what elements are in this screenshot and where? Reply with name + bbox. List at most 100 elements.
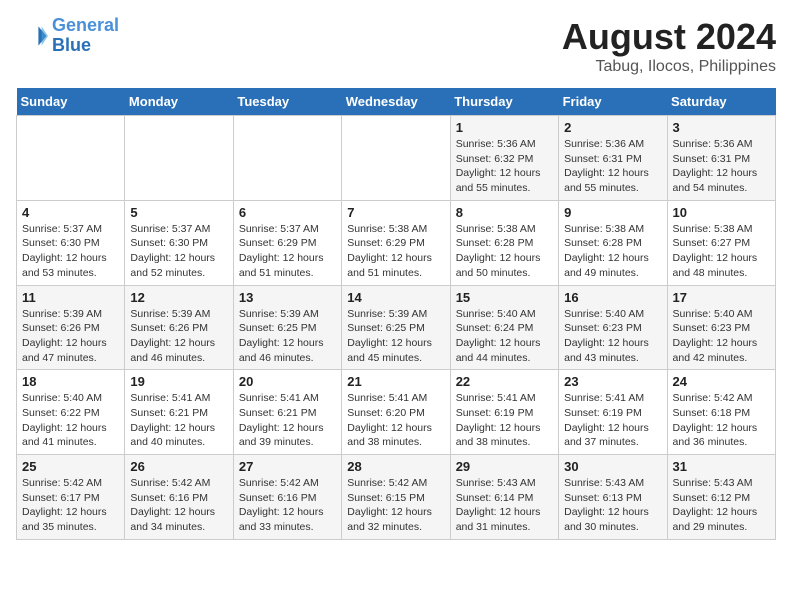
cell-info: Sunrise: 5:39 AM Sunset: 6:25 PM Dayligh…: [347, 307, 444, 366]
day-number: 10: [673, 205, 770, 220]
calendar-subtitle: Tabug, Ilocos, Philippines: [562, 58, 776, 76]
cell-info: Sunrise: 5:40 AM Sunset: 6:23 PM Dayligh…: [564, 307, 661, 366]
page-header: General Blue August 2024 Tabug, Ilocos, …: [16, 16, 776, 76]
day-number: 15: [456, 290, 553, 305]
cell-info: Sunrise: 5:42 AM Sunset: 6:18 PM Dayligh…: [673, 391, 770, 450]
calendar-cell: 9 Sunrise: 5:38 AM Sunset: 6:28 PM Daylig…: [559, 200, 667, 285]
logo: General Blue: [16, 16, 119, 56]
day-number: 12: [130, 290, 227, 305]
logo-line1: General: [52, 15, 119, 35]
day-number: 1: [456, 120, 553, 135]
day-number: 5: [130, 205, 227, 220]
cell-info: Sunrise: 5:42 AM Sunset: 6:16 PM Dayligh…: [239, 476, 336, 535]
day-number: 27: [239, 459, 336, 474]
day-number: 21: [347, 374, 444, 389]
weekday-header-thursday: Thursday: [450, 88, 558, 116]
calendar-cell: 12 Sunrise: 5:39 AM Sunset: 6:26 PM Dayli…: [125, 285, 233, 370]
calendar-cell: [125, 116, 233, 201]
cell-info: Sunrise: 5:42 AM Sunset: 6:17 PM Dayligh…: [22, 476, 119, 535]
cell-info: Sunrise: 5:40 AM Sunset: 6:22 PM Dayligh…: [22, 391, 119, 450]
calendar-cell: 26Sunrise: 5:42 AM Sunset: 6:16 PM Dayli…: [125, 455, 233, 540]
weekday-header-sunday: Sunday: [17, 88, 125, 116]
calendar-cell: 30Sunrise: 5:43 AM Sunset: 6:13 PM Dayli…: [559, 455, 667, 540]
day-number: 24: [673, 374, 770, 389]
cell-info: Sunrise: 5:36 AM Sunset: 6:31 PM Dayligh…: [673, 137, 770, 196]
day-number: 13: [239, 290, 336, 305]
logo-text: General Blue: [52, 16, 119, 56]
cell-info: Sunrise: 5:43 AM Sunset: 6:12 PM Dayligh…: [673, 476, 770, 535]
calendar-cell: 22 Sunrise: 5:41 AM Sunset: 6:19 PM Dayli…: [450, 370, 558, 455]
cell-info: Sunrise: 5:43 AM Sunset: 6:13 PM Dayligh…: [564, 476, 661, 535]
title-area: August 2024 Tabug, Ilocos, Philippines: [562, 16, 776, 76]
weekday-header-tuesday: Tuesday: [233, 88, 341, 116]
cell-info: Sunrise: 5:37 AM Sunset: 6:30 PM Dayligh…: [130, 222, 227, 281]
calendar-cell: 18 Sunrise: 5:40 AM Sunset: 6:22 PM Dayli…: [17, 370, 125, 455]
calendar-cell: [342, 116, 450, 201]
calendar-cell: [233, 116, 341, 201]
day-number: 18: [22, 374, 119, 389]
cell-info: Sunrise: 5:37 AM Sunset: 6:30 PM Dayligh…: [22, 222, 119, 281]
calendar-table: SundayMondayTuesdayWednesdayThursdayFrid…: [16, 88, 776, 540]
day-number: 25: [22, 459, 119, 474]
cell-info: Sunrise: 5:40 AM Sunset: 6:24 PM Dayligh…: [456, 307, 553, 366]
day-number: 22: [456, 374, 553, 389]
weekday-header-monday: Monday: [125, 88, 233, 116]
cell-info: Sunrise: 5:38 AM Sunset: 6:28 PM Dayligh…: [564, 222, 661, 281]
cell-info: Sunrise: 5:41 AM Sunset: 6:19 PM Dayligh…: [564, 391, 661, 450]
calendar-cell: 19Sunrise: 5:41 AM Sunset: 6:21 PM Dayli…: [125, 370, 233, 455]
calendar-cell: 13 Sunrise: 5:39 AM Sunset: 6:25 PM Dayli…: [233, 285, 341, 370]
calendar-cell: 23 Sunrise: 5:41 AM Sunset: 6:19 PM Dayli…: [559, 370, 667, 455]
calendar-title: August 2024: [562, 16, 776, 58]
calendar-cell: 28Sunrise: 5:42 AM Sunset: 6:15 PM Dayli…: [342, 455, 450, 540]
cell-info: Sunrise: 5:41 AM Sunset: 6:21 PM Dayligh…: [130, 391, 227, 450]
calendar-week-row: 25 Sunrise: 5:42 AM Sunset: 6:17 PM Dayli…: [17, 455, 776, 540]
cell-info: Sunrise: 5:36 AM Sunset: 6:32 PM Dayligh…: [456, 137, 553, 196]
day-number: 29: [456, 459, 553, 474]
day-number: 26: [130, 459, 227, 474]
cell-info: Sunrise: 5:38 AM Sunset: 6:27 PM Dayligh…: [673, 222, 770, 281]
calendar-cell: 5 Sunrise: 5:37 AM Sunset: 6:30 PM Daylig…: [125, 200, 233, 285]
calendar-week-row: 4 Sunrise: 5:37 AM Sunset: 6:30 PM Daylig…: [17, 200, 776, 285]
calendar-cell: 21Sunrise: 5:41 AM Sunset: 6:20 PM Dayli…: [342, 370, 450, 455]
day-number: 23: [564, 374, 661, 389]
calendar-cell: 17 Sunrise: 5:40 AM Sunset: 6:23 PM Dayli…: [667, 285, 775, 370]
day-number: 2: [564, 120, 661, 135]
cell-info: Sunrise: 5:36 AM Sunset: 6:31 PM Dayligh…: [564, 137, 661, 196]
cell-info: Sunrise: 5:39 AM Sunset: 6:25 PM Dayligh…: [239, 307, 336, 366]
calendar-cell: 31 Sunrise: 5:43 AM Sunset: 6:12 PM Dayli…: [667, 455, 775, 540]
calendar-cell: 10 Sunrise: 5:38 AM Sunset: 6:27 PM Dayli…: [667, 200, 775, 285]
calendar-cell: 8Sunrise: 5:38 AM Sunset: 6:28 PM Daylig…: [450, 200, 558, 285]
day-number: 3: [673, 120, 770, 135]
cell-info: Sunrise: 5:40 AM Sunset: 6:23 PM Dayligh…: [673, 307, 770, 366]
day-number: 4: [22, 205, 119, 220]
day-number: 17: [673, 290, 770, 305]
cell-info: Sunrise: 5:39 AM Sunset: 6:26 PM Dayligh…: [130, 307, 227, 366]
logo-icon: [16, 20, 48, 52]
cell-info: Sunrise: 5:39 AM Sunset: 6:26 PM Dayligh…: [22, 307, 119, 366]
cell-info: Sunrise: 5:37 AM Sunset: 6:29 PM Dayligh…: [239, 222, 336, 281]
day-number: 9: [564, 205, 661, 220]
day-number: 14: [347, 290, 444, 305]
day-number: 20: [239, 374, 336, 389]
calendar-cell: 6Sunrise: 5:37 AM Sunset: 6:29 PM Daylig…: [233, 200, 341, 285]
cell-info: Sunrise: 5:41 AM Sunset: 6:21 PM Dayligh…: [239, 391, 336, 450]
day-number: 16: [564, 290, 661, 305]
calendar-cell: 24 Sunrise: 5:42 AM Sunset: 6:18 PM Dayli…: [667, 370, 775, 455]
calendar-cell: 29 Sunrise: 5:43 AM Sunset: 6:14 PM Dayli…: [450, 455, 558, 540]
calendar-cell: 1 Sunrise: 5:36 AM Sunset: 6:32 PM Daylig…: [450, 116, 558, 201]
calendar-cell: [17, 116, 125, 201]
weekday-header-friday: Friday: [559, 88, 667, 116]
weekday-header-saturday: Saturday: [667, 88, 775, 116]
calendar-cell: 27 Sunrise: 5:42 AM Sunset: 6:16 PM Dayli…: [233, 455, 341, 540]
calendar-cell: 3 Sunrise: 5:36 AM Sunset: 6:31 PM Daylig…: [667, 116, 775, 201]
calendar-week-row: 11 Sunrise: 5:39 AM Sunset: 6:26 PM Dayli…: [17, 285, 776, 370]
calendar-week-row: 18 Sunrise: 5:40 AM Sunset: 6:22 PM Dayli…: [17, 370, 776, 455]
calendar-cell: 20 Sunrise: 5:41 AM Sunset: 6:21 PM Dayli…: [233, 370, 341, 455]
day-number: 11: [22, 290, 119, 305]
day-number: 31: [673, 459, 770, 474]
cell-info: Sunrise: 5:41 AM Sunset: 6:19 PM Dayligh…: [456, 391, 553, 450]
calendar-cell: 25 Sunrise: 5:42 AM Sunset: 6:17 PM Dayli…: [17, 455, 125, 540]
cell-info: Sunrise: 5:43 AM Sunset: 6:14 PM Dayligh…: [456, 476, 553, 535]
weekday-header-wednesday: Wednesday: [342, 88, 450, 116]
cell-info: Sunrise: 5:38 AM Sunset: 6:29 PM Dayligh…: [347, 222, 444, 281]
